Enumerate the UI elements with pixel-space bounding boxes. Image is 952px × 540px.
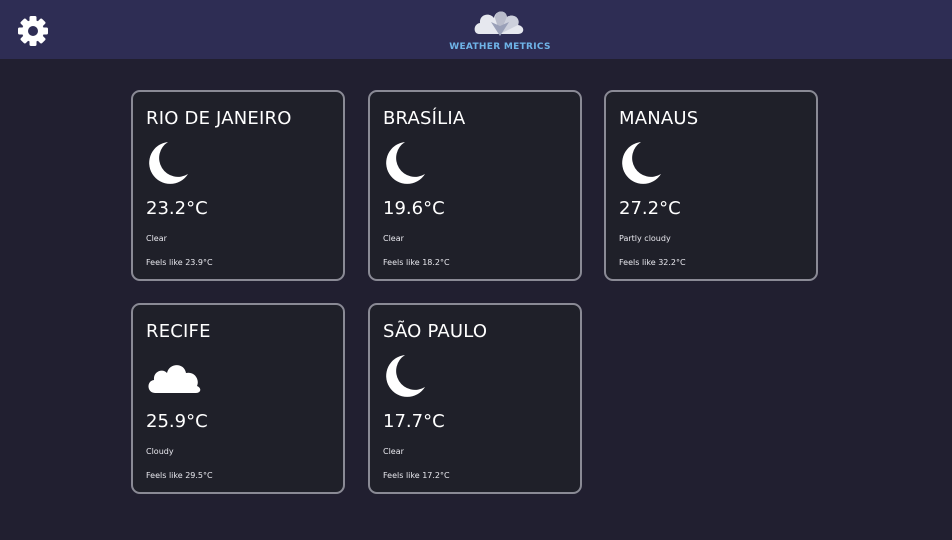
app-name: WEATHER METRICS [449,42,551,52]
app-logo: WEATHER METRICS [440,4,560,56]
app-header: WEATHER METRICS [0,0,952,59]
feels-like-text: Feels like 23.9°C [146,258,213,267]
cloud-logo-icon [474,11,524,36]
cloud-icon [146,353,202,399]
temperature: 27.2°C [619,198,681,219]
condition-text: Cloudy [146,447,174,456]
temperature: 25.9°C [146,411,208,432]
feels-like-text: Feels like 29.5°C [146,471,213,480]
weather-card-brasilia[interactable]: BRASÍLIA 19.6°C Clear Feels like 18.2°C [368,90,582,281]
moon-icon [383,353,439,399]
city-name: SÃO PAULO [383,321,488,342]
city-name: MANAUS [619,108,699,129]
feels-like-text: Feels like 17.2°C [383,471,450,480]
city-name: BRASÍLIA [383,108,466,129]
weather-card-recife[interactable]: RECIFE 25.9°C Cloudy Feels like 29.5°C [131,303,345,494]
condition-text: Partly cloudy [619,234,671,243]
feels-like-text: Feels like 32.2°C [619,258,686,267]
moon-icon [383,140,439,186]
condition-text: Clear [383,234,404,243]
weather-card-manaus[interactable]: MANAUS 27.2°C Partly cloudy Feels like 3… [604,90,818,281]
moon-icon [619,140,675,186]
condition-text: Clear [146,234,167,243]
city-name: RECIFE [146,321,211,342]
feels-like-text: Feels like 18.2°C [383,258,450,267]
temperature: 17.7°C [383,411,445,432]
weather-card-sao-paulo[interactable]: SÃO PAULO 17.7°C Clear Feels like 17.2°C [368,303,582,494]
weather-card-rio-de-janeiro[interactable]: RIO DE JANEIRO 23.2°C Clear Feels like 2… [131,90,345,281]
city-name: RIO DE JANEIRO [146,108,292,129]
temperature: 23.2°C [146,198,208,219]
condition-text: Clear [383,447,404,456]
moon-icon [146,140,202,186]
gear-icon[interactable] [15,13,51,49]
temperature: 19.6°C [383,198,445,219]
